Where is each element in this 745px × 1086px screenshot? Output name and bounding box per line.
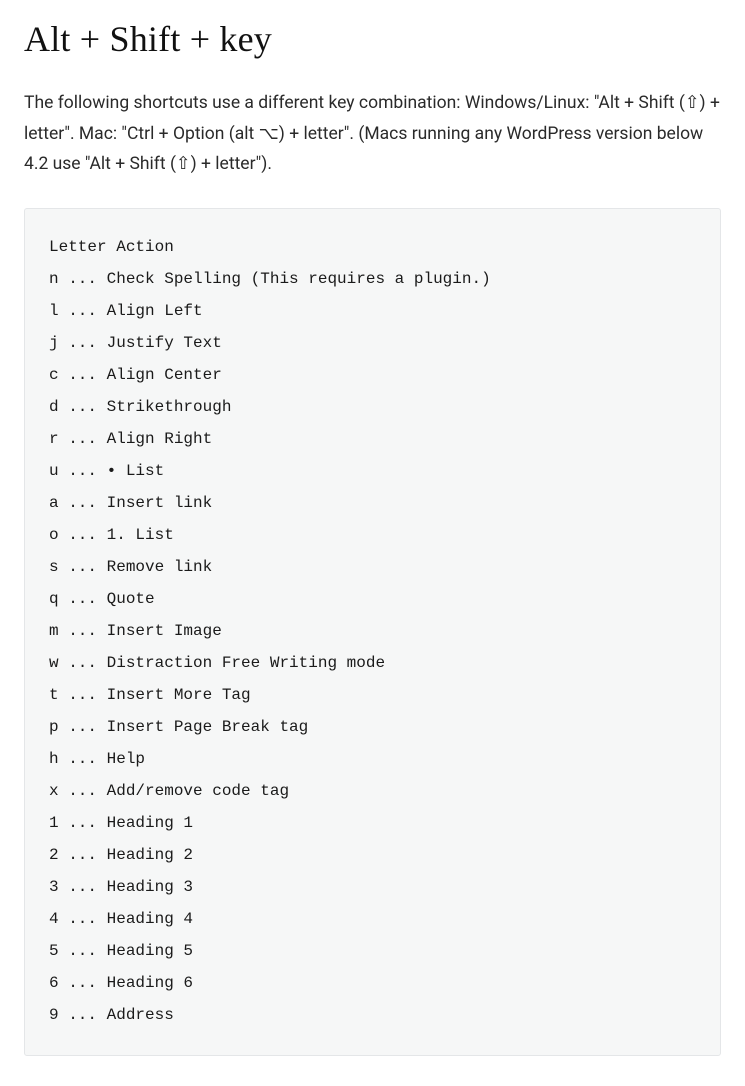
intro-paragraph: The following shortcuts use a different … [24, 88, 721, 180]
section-heading: Alt + Shift + key [24, 18, 721, 60]
shortcut-code-block: Letter Action n ... Check Spelling (This… [24, 208, 721, 1056]
